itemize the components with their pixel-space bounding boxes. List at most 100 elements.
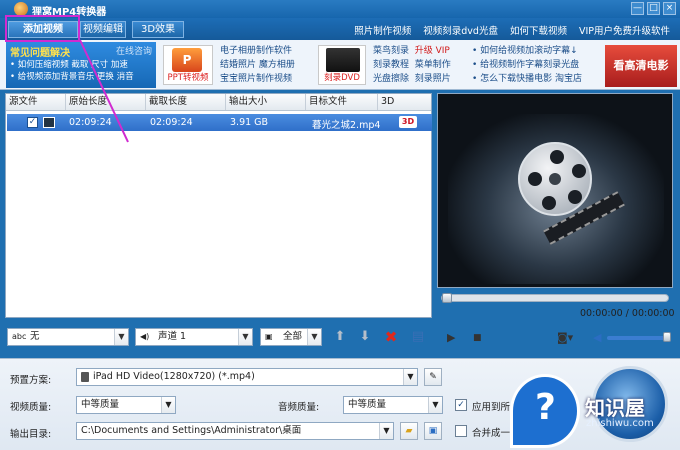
- promo-link[interactable]: 刻录教程: [373, 60, 409, 70]
- audio-track-value: 声道 1: [158, 331, 187, 342]
- question-badge-icon: ?: [510, 374, 580, 448]
- volume-handle[interactable]: [663, 332, 671, 342]
- watermark-url: zhishiwu.com: [586, 418, 654, 429]
- column-original-length[interactable]: 原始长度: [66, 94, 146, 110]
- ppt-to-video-banner[interactable]: P PPT转视频: [163, 45, 213, 85]
- edit-video-button[interactable]: 视频编辑: [80, 21, 126, 38]
- watermark-title: 知识屋: [585, 396, 645, 420]
- burn-dvd-banner[interactable]: 刻录DVD: [318, 45, 366, 85]
- selection-value: 全部: [283, 331, 303, 342]
- volume-slider[interactable]: [607, 332, 671, 342]
- video-quality-label: 视频质量:: [10, 402, 52, 413]
- row-checkbox[interactable]: ✓: [27, 117, 38, 128]
- preset-settings-icon[interactable]: ✎: [424, 368, 442, 386]
- camera-icon[interactable]: ◙▾: [557, 331, 573, 344]
- vip-upgrade-link[interactable]: 升级 VIP: [415, 46, 450, 56]
- move-down-icon[interactable]: ⬇: [357, 329, 373, 345]
- apply-all-label: 应用到所: [472, 402, 511, 413]
- file-list-panel: 源文件 原始长度 截取长度 输出大小 目标文件 3D ✓ 02:09:24 02…: [5, 93, 432, 318]
- original-length: 02:09:24: [69, 117, 112, 128]
- link-vip-upgrade[interactable]: VIP用户免费升级软件: [579, 23, 670, 37]
- stop-icon[interactable]: ■: [473, 333, 482, 343]
- column-cut-length[interactable]: 截取长度: [146, 94, 226, 110]
- table-row[interactable]: ✓ 02:09:24 02:09:24 3.91 GB 暮光之城2.mp4 3D: [7, 114, 432, 131]
- link-photo-to-video[interactable]: 照片制作视频: [354, 23, 411, 37]
- subtitle-icon: abc: [12, 332, 27, 341]
- subtitle-value: 无: [30, 331, 40, 342]
- video-preview: [437, 93, 673, 288]
- ppt-logo-icon: P: [172, 48, 202, 72]
- promo-link[interactable]: 菜鸟刻录: [373, 46, 409, 56]
- dvd-caption: 刻录DVD: [324, 73, 360, 83]
- faq-link[interactable]: • 如何压缩视频 截取 尺寸 加速: [10, 59, 152, 71]
- audio-quality-select[interactable]: 中等质量 ▼: [343, 396, 443, 414]
- chevron-down-icon: ▼: [307, 329, 321, 345]
- promo-strip: 常见问题解决 在线咨询 • 如何压缩视频 截取 尺寸 加速 • 给视频添加背景音…: [0, 40, 680, 90]
- close-button[interactable]: ×: [663, 2, 676, 15]
- column-3d[interactable]: 3D: [378, 94, 428, 110]
- tips-links: • 如何给视频加滚动字幕↓ • 给视频制作字幕刻录光盘 • 怎么下载快播电影 淘…: [472, 44, 582, 86]
- preset-label: 预置方案:: [10, 375, 52, 386]
- main-toolbar: 添加视频 视频编辑 3D效果 照片制作视频 视频刻录dvd光盘 如何下载视频 V…: [0, 18, 680, 40]
- subtitle-select[interactable]: abc 无 ▼: [7, 328, 129, 346]
- burn-links: 菜鸟刻录 升级 VIP 刻录教程 菜单制作 光盘擦除 刻录照片: [373, 44, 451, 86]
- online-consult-link[interactable]: 在线咨询: [116, 44, 152, 57]
- volume-icon[interactable]: ◀: [593, 331, 601, 344]
- promo-link[interactable]: • 怎么下载快播电影 淘宝店: [472, 72, 582, 86]
- chevron-down-icon: ▼: [428, 397, 442, 413]
- promo-link[interactable]: • 给视频制作字幕刻录光盘: [472, 58, 582, 72]
- output-dir-value: C:\Documents and Settings\Administrator\…: [81, 425, 302, 436]
- link-burn-dvd[interactable]: 视频刻录dvd光盘: [423, 23, 498, 37]
- chevron-down-icon: ▼: [238, 329, 252, 345]
- audio-quality-label: 音频质量:: [278, 402, 320, 413]
- video-quality-select[interactable]: 中等质量 ▼: [76, 396, 176, 414]
- delete-icon[interactable]: ✖: [383, 329, 399, 345]
- hd-movie-banner[interactable]: 看高清电影: [605, 45, 677, 87]
- promo-link[interactable]: 光盘擦除: [373, 74, 409, 84]
- promo-link[interactable]: 宝宝照片制作视频: [220, 72, 295, 86]
- column-source[interactable]: 源文件: [6, 94, 66, 110]
- output-dir-label: 输出目录:: [10, 429, 52, 440]
- folder-browse-icon[interactable]: ▰: [400, 422, 418, 440]
- chevron-down-icon: ▼: [161, 397, 175, 413]
- clear-list-icon[interactable]: ▤: [410, 329, 426, 345]
- film-icon: [43, 117, 55, 128]
- column-target-file[interactable]: 目标文件: [306, 94, 378, 110]
- link-download-video[interactable]: 如何下载视频: [510, 23, 567, 37]
- move-up-icon[interactable]: ⬆: [332, 329, 348, 345]
- 3d-badge[interactable]: 3D: [399, 116, 417, 128]
- apply-all-checkbox[interactable]: ✓: [455, 399, 467, 411]
- column-output-size[interactable]: 输出大小: [226, 94, 306, 110]
- 3d-effect-button[interactable]: 3D效果: [132, 21, 184, 38]
- video-quality-value: 中等质量: [81, 399, 120, 410]
- output-dir-field[interactable]: C:\Documents and Settings\Administrator\…: [76, 422, 394, 440]
- maximize-button[interactable]: □: [647, 2, 660, 15]
- ipad-icon: [81, 372, 89, 382]
- cut-length: 02:09:24: [150, 117, 193, 128]
- ppt-caption: PPT转视频: [167, 73, 209, 83]
- faq-link[interactable]: • 给视频添加背景音乐 更换 消音: [10, 71, 152, 83]
- promo-link[interactable]: 刻录照片: [415, 74, 451, 84]
- selection-select[interactable]: ▣ 全部 ▼: [260, 328, 322, 346]
- play-icon[interactable]: ▶: [447, 331, 455, 344]
- promo-link[interactable]: 结婚照片 魔方相册: [220, 58, 295, 72]
- dvd-icon: [326, 48, 360, 72]
- app-logo-icon: [14, 2, 28, 16]
- promo-link[interactable]: 电子相册制作软件: [220, 44, 295, 58]
- window-controls: — □ ×: [631, 2, 676, 15]
- preset-select[interactable]: iPad HD Video(1280x720) (*.mp4) ▼: [76, 368, 418, 386]
- album-links: 电子相册制作软件 结婚照片 魔方相册 宝宝照片制作视频: [220, 44, 295, 86]
- target-file: 暮光之城2.mp4: [312, 120, 381, 131]
- chevron-down-icon: ▼: [379, 423, 393, 439]
- watermark: ? 知识屋 zhishiwu.com: [510, 372, 680, 450]
- seek-handle[interactable]: [442, 293, 452, 303]
- seek-bar[interactable]: [441, 293, 669, 303]
- open-folder-icon[interactable]: ▣: [424, 422, 442, 440]
- promo-link[interactable]: 菜单制作: [415, 60, 451, 70]
- merge-checkbox[interactable]: [455, 425, 467, 437]
- track-controls: abc 无 ▼ ◀) 声道 1 ▼ ▣ 全部 ▼ ⬆ ⬇ ✖ ▤: [5, 326, 432, 350]
- minimize-button[interactable]: —: [631, 2, 644, 15]
- annotation-highlight: [5, 15, 80, 42]
- promo-link[interactable]: • 如何给视频加滚动字幕↓: [472, 44, 582, 58]
- audio-track-select[interactable]: ◀) 声道 1 ▼: [135, 328, 253, 346]
